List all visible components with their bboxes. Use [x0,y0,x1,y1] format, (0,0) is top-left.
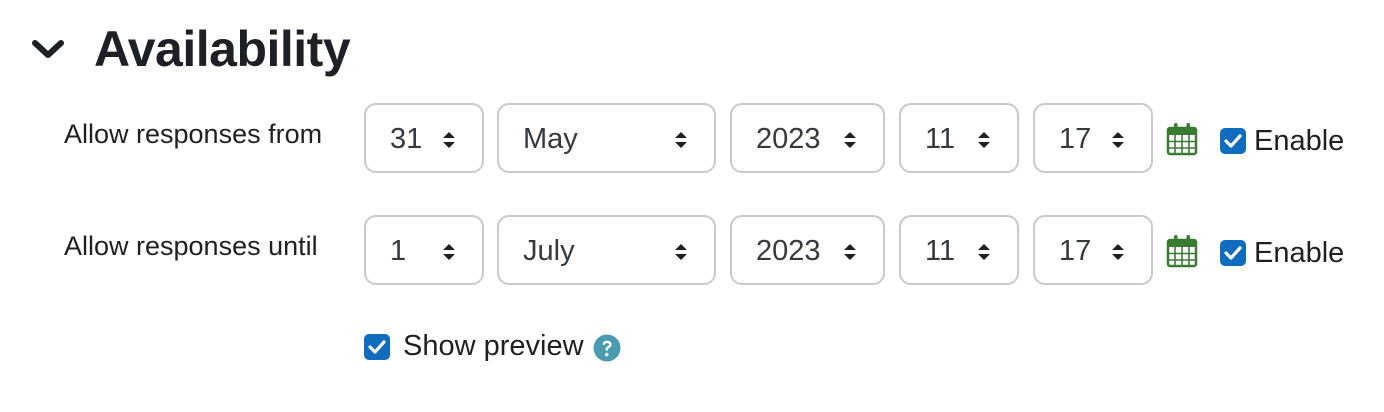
select-arrows-icon [1112,244,1124,260]
until-month-select[interactable]: July [497,215,716,285]
select-arrows-icon [844,132,856,148]
show-preview-checkbox[interactable] [364,334,390,360]
from-enable-checkbox[interactable] [1220,128,1246,154]
from-year-select[interactable]: 2023 [730,103,885,173]
section-title: Availability [94,21,351,77]
calendar-icon[interactable] [1166,122,1198,156]
until-enable-checkbox[interactable] [1220,240,1246,266]
select-arrows-icon [1112,132,1124,148]
until-day-select[interactable]: 1 [364,215,484,285]
until-year-select[interactable]: 2023 [730,215,885,285]
from-day-select[interactable]: 31 [364,103,484,173]
show-preview-label: Show preview [403,330,584,362]
allow-responses-from-label: Allow responses from [64,119,323,149]
from-month-select[interactable]: May [497,103,716,173]
from-hour-select[interactable]: 11 [899,103,1019,173]
from-enable-label: Enable [1254,125,1345,157]
calendar-icon[interactable] [1166,234,1198,268]
help-icon[interactable] [593,334,621,362]
allow-responses-from-row: Allow responses from 31 May 2023 11 17 E… [0,103,1384,177]
select-arrows-icon [443,244,455,260]
until-minute-select[interactable]: 17 [1033,215,1153,285]
until-enable-label: Enable [1254,237,1345,269]
allow-responses-until-row: Allow responses until 1 July 2023 11 17 … [0,215,1384,289]
select-arrows-icon [675,132,687,148]
allow-responses-until-label: Allow responses until [64,231,318,261]
select-arrows-icon [978,132,990,148]
select-arrows-icon [844,244,856,260]
section-header: Availability [30,14,351,84]
until-hour-select[interactable]: 11 [899,215,1019,285]
collapse-chevron-icon[interactable] [30,31,66,67]
select-arrows-icon [443,132,455,148]
select-arrows-icon [978,244,990,260]
select-arrows-icon [675,244,687,260]
from-minute-select[interactable]: 17 [1033,103,1153,173]
